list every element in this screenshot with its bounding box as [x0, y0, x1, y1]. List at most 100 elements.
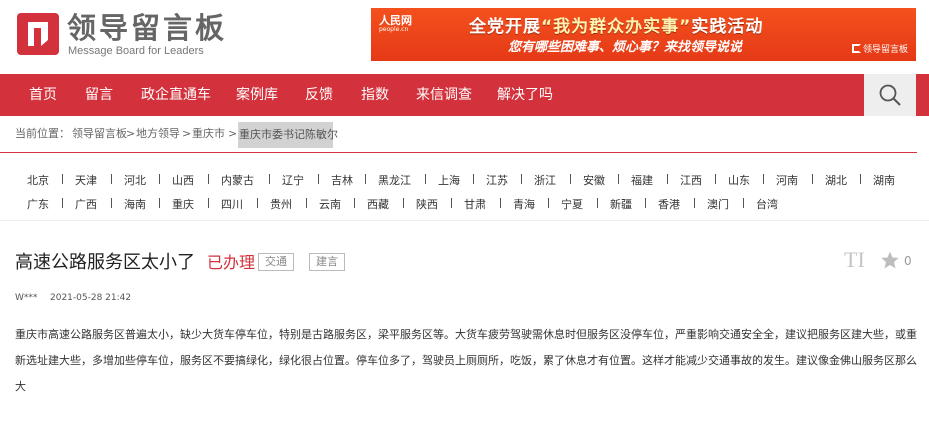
province-link[interactable]: 天津	[75, 172, 97, 188]
star-icon	[881, 251, 899, 269]
province-link[interactable]: 河北	[124, 172, 146, 188]
province-separator	[694, 198, 695, 208]
province-separator	[548, 198, 549, 208]
logo-title: 领导留言板	[67, 11, 228, 45]
province-link[interactable]: 广西	[75, 196, 97, 212]
province-link[interactable]: 湖北	[825, 172, 847, 188]
province-separator	[208, 198, 209, 208]
province-separator	[62, 198, 63, 208]
breadcrumb-separator: >	[126, 127, 136, 140]
nav-item-enterprise[interactable]: 政企直通车	[141, 74, 211, 116]
province-link[interactable]: 四川	[221, 196, 243, 212]
province-separator	[570, 174, 571, 184]
banner-site-logo-sub: people.cn	[379, 26, 409, 33]
province-separator	[159, 174, 160, 184]
province-link[interactable]: 广东	[27, 196, 49, 212]
province-link[interactable]: 安徽	[583, 172, 605, 188]
breadcrumb-separator: >	[182, 127, 192, 140]
province-link[interactable]: 台湾	[756, 196, 778, 212]
province-separator	[667, 174, 668, 184]
province-list: 北京 天津 河北 山西 内蒙古 辽宁 吉林 黑龙江 上海 江苏 浙江 安徽 福建 江西 山东 河南 湖北 湖南广东…	[0, 160, 929, 220]
province-link[interactable]: 西藏	[367, 196, 389, 212]
province-separator	[208, 174, 209, 184]
campaign-banner[interactable]: 人民网 people.cn 全党开展“我为群众办实事”实践活动 您有哪些困难事、…	[371, 8, 916, 61]
province-link[interactable]: 海南	[124, 196, 146, 212]
nav-item-cases[interactable]: 案例库	[236, 74, 278, 116]
province-separator	[159, 198, 160, 208]
province-separator	[500, 198, 501, 208]
breadcrumb-item-local[interactable]: 地方领导	[136, 116, 180, 152]
province-link[interactable]: 贵州	[270, 196, 292, 212]
province-link[interactable]: 香港	[658, 196, 680, 212]
province-link[interactable]: 重庆	[172, 196, 194, 212]
favorite-count: 0	[904, 254, 912, 268]
province-separator	[597, 198, 598, 208]
province-separator	[354, 198, 355, 208]
status-badge: 已办理	[207, 253, 256, 272]
banner-brand: 领导留言板	[851, 42, 908, 55]
search-button[interactable]	[864, 74, 916, 116]
province-link[interactable]: 山东	[728, 172, 750, 188]
breadcrumb-prefix: 当前位置：	[15, 127, 70, 140]
province-separator	[62, 174, 63, 184]
nav-item-feedback[interactable]: 反馈	[305, 74, 333, 116]
province-link[interactable]: 江苏	[486, 172, 508, 188]
province-link[interactable]: 湖南	[873, 172, 895, 188]
province-separator	[645, 198, 646, 208]
province-link[interactable]: 浙江	[534, 172, 556, 188]
province-separator	[763, 174, 764, 184]
province-link[interactable]: 江西	[680, 172, 702, 188]
province-link[interactable]: 宁夏	[561, 196, 583, 212]
province-link[interactable]: 上海	[438, 172, 460, 188]
province-separator	[521, 174, 522, 184]
province-separator	[111, 174, 112, 184]
province-separator	[306, 198, 307, 208]
site-logo[interactable]: 领导留言板 Message Board for Leaders	[17, 11, 237, 59]
province-link[interactable]: 青海	[513, 196, 535, 212]
banner-subline: 您有哪些困难事、烦心事？来找领导说说	[508, 40, 743, 55]
message-title: 高速公路服务区太小了	[15, 252, 195, 273]
province-separator	[812, 174, 813, 184]
province-separator	[365, 174, 366, 184]
banner-brand-icon	[851, 44, 861, 53]
province-separator	[618, 174, 619, 184]
nav-item-resolved[interactable]: 解决了吗	[497, 74, 553, 116]
main-nav: 首页 留言 政企直通车 案例库 反馈 指数 来信调查 解决了吗	[0, 74, 929, 116]
province-link[interactable]: 辽宁	[282, 172, 304, 188]
nav-item-messages[interactable]: 留言	[85, 74, 113, 116]
province-link[interactable]: 福建	[631, 172, 653, 188]
tag-traffic[interactable]: 交通	[258, 253, 294, 271]
province-separator	[425, 174, 426, 184]
province-link[interactable]: 吉林	[331, 172, 353, 188]
province-separator	[257, 198, 258, 208]
logo-mark-icon	[17, 13, 59, 55]
breadcrumb-item-board[interactable]: 领导留言板	[72, 116, 127, 152]
nav-item-index[interactable]: 指数	[361, 74, 389, 116]
banner-headline-suffix: 实践活动	[691, 17, 764, 37]
nav-item-home[interactable]: 首页	[29, 74, 57, 116]
province-separator	[318, 174, 319, 184]
province-link[interactable]: 新疆	[610, 196, 632, 212]
font-size-icon[interactable]: TI	[844, 247, 865, 273]
nav-item-survey[interactable]: 来信调查	[416, 74, 472, 116]
province-link[interactable]: 澳门	[707, 196, 729, 212]
province-link[interactable]: 云南	[319, 196, 341, 212]
banner-headline: 全党开展“我为群众办实事”实践活动	[469, 12, 763, 37]
province-link[interactable]: 山西	[172, 172, 194, 188]
province-link[interactable]: 河南	[776, 172, 798, 188]
message-content: 重庆市高速公路服务区普遍太小，缺少大货车停车位，特别是古路服务区，梁平服务区等。…	[15, 328, 917, 393]
breadcrumb: 当前位置： 领导留言板 > 地方领导 > 重庆市 > 重庆市委书记陈敏尔	[0, 116, 929, 152]
province-link[interactable]: 内蒙古	[221, 172, 254, 188]
province-link[interactable]: 陕西	[416, 196, 438, 212]
author-name: W***	[15, 293, 38, 303]
banner-headline-prefix: 全党开展	[469, 17, 541, 37]
breadcrumb-separator: >	[228, 127, 238, 140]
province-link[interactable]: 黑龙江	[378, 172, 411, 188]
favorite-button[interactable]: 0	[880, 247, 920, 273]
province-separator	[715, 174, 716, 184]
province-link[interactable]: 甘肃	[464, 196, 486, 212]
province-separator	[860, 174, 861, 184]
province-link[interactable]: 北京	[27, 172, 49, 188]
breadcrumb-item-city[interactable]: 重庆市	[192, 116, 225, 152]
tag-suggestion[interactable]: 建言	[309, 253, 345, 271]
